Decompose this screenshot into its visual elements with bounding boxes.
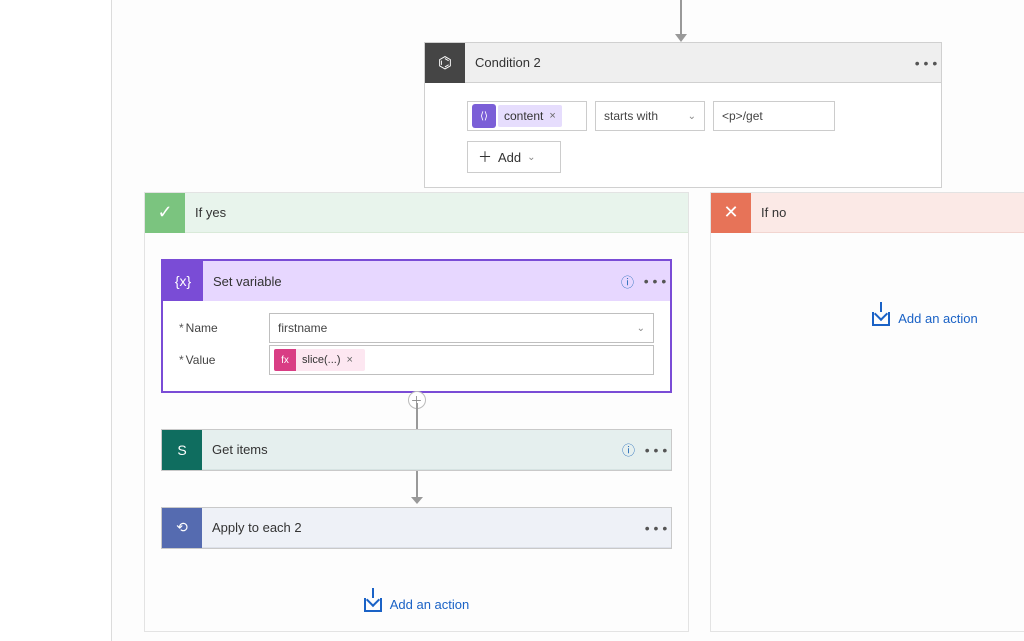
flow-canvas: ⌬ Condition 2 • • • ⟨⟩ content × starts …	[114, 0, 1024, 641]
set-variable-header[interactable]: {x} Set variable ⓘ • • •	[163, 261, 670, 301]
apply-to-each-header[interactable]: ⟲ Apply to each 2 • • •	[162, 508, 671, 548]
help-icon[interactable]: ⓘ	[622, 440, 641, 459]
condition-row: ⟨⟩ content × starts with ⌄	[467, 101, 913, 131]
panel-strip-inner	[12, 0, 112, 641]
condition-left-operand[interactable]: ⟨⟩ content ×	[467, 101, 587, 131]
condition-operator-select[interactable]: starts with ⌄	[595, 101, 705, 131]
variable-name-select[interactable]: firstname ⌄	[269, 313, 654, 343]
loop-icon: ⟲	[162, 508, 202, 548]
action-menu-icon[interactable]: • • •	[640, 273, 670, 289]
add-action-label: Add an action	[898, 311, 978, 326]
operator-label: starts with	[604, 109, 658, 123]
token-label: content	[498, 109, 549, 123]
condition-value-input[interactable]	[713, 101, 835, 131]
add-action-label: Add an action	[390, 597, 470, 612]
apply-to-each-title: Apply to each 2	[202, 520, 641, 535]
flow-arrow	[416, 403, 418, 429]
add-an-action-button[interactable]: Add an action	[145, 597, 688, 612]
plus-icon: ＋	[478, 147, 492, 167]
fx-icon: fx	[274, 349, 296, 371]
condition-header[interactable]: ⌬ Condition 2 • • •	[425, 43, 941, 83]
if-yes-header[interactable]: ✓ If yes	[145, 193, 688, 233]
remove-token-icon[interactable]: ×	[549, 110, 561, 122]
condition-body: ⟨⟩ content × starts with ⌄ ＋ Add ⌄	[425, 83, 941, 187]
sharepoint-icon: S	[162, 430, 202, 470]
if-yes-title: If yes	[185, 205, 226, 220]
flow-arrow	[416, 471, 418, 497]
action-menu-icon[interactable]: • • •	[641, 520, 671, 536]
set-variable-body: Name firstname ⌄ Value fx slice(...) ×	[163, 301, 670, 391]
flow-arrow-into-condition	[680, 0, 682, 34]
name-label: Name	[179, 321, 269, 335]
check-icon: ✓	[145, 193, 185, 233]
condition-icon: ⌬	[425, 43, 465, 83]
add-action-icon	[872, 312, 890, 326]
condition-card[interactable]: ⌬ Condition 2 • • • ⟨⟩ content × starts …	[424, 42, 942, 188]
get-items-title: Get items	[202, 442, 622, 457]
variable-name-value: firstname	[278, 321, 327, 335]
variable-icon: {x}	[163, 261, 203, 301]
remove-token-icon[interactable]: ×	[347, 354, 359, 366]
apply-to-each-action[interactable]: ⟲ Apply to each 2 • • •	[161, 507, 672, 549]
condition-add-button[interactable]: ＋ Add ⌄	[467, 141, 561, 173]
close-icon: ✕	[711, 193, 751, 233]
set-variable-action[interactable]: {x} Set variable ⓘ • • • Name firstname …	[161, 259, 672, 393]
get-items-header[interactable]: S Get items ⓘ • • •	[162, 430, 671, 470]
add-label: Add	[498, 150, 521, 165]
get-items-action[interactable]: S Get items ⓘ • • •	[161, 429, 672, 471]
expression-token[interactable]: fx slice(...) ×	[274, 349, 365, 371]
action-menu-icon[interactable]: • • •	[641, 442, 671, 458]
panel-strip	[0, 0, 112, 641]
chevron-down-icon: ⌄	[527, 152, 535, 163]
add-an-action-button[interactable]: Add an action	[711, 311, 1024, 326]
help-icon[interactable]: ⓘ	[621, 272, 640, 291]
expression-label: slice(...)	[296, 354, 347, 366]
set-variable-title: Set variable	[203, 274, 621, 289]
if-no-branch: ✕ If no Add an action	[710, 192, 1024, 632]
condition-menu-icon[interactable]: • • •	[911, 55, 941, 71]
variable-value-input[interactable]: fx slice(...) ×	[269, 345, 654, 375]
condition-title: Condition 2	[465, 55, 911, 70]
add-action-icon	[364, 598, 382, 612]
chevron-down-icon: ⌄	[688, 111, 696, 122]
value-label: Value	[179, 353, 269, 367]
if-no-header[interactable]: ✕ If no	[711, 193, 1024, 233]
if-yes-branch: ✓ If yes {x} Set variable ⓘ • • • Name f…	[144, 192, 689, 632]
chevron-down-icon: ⌄	[637, 323, 645, 334]
if-no-title: If no	[751, 205, 786, 220]
dynamic-content-icon: ⟨⟩	[472, 104, 496, 128]
